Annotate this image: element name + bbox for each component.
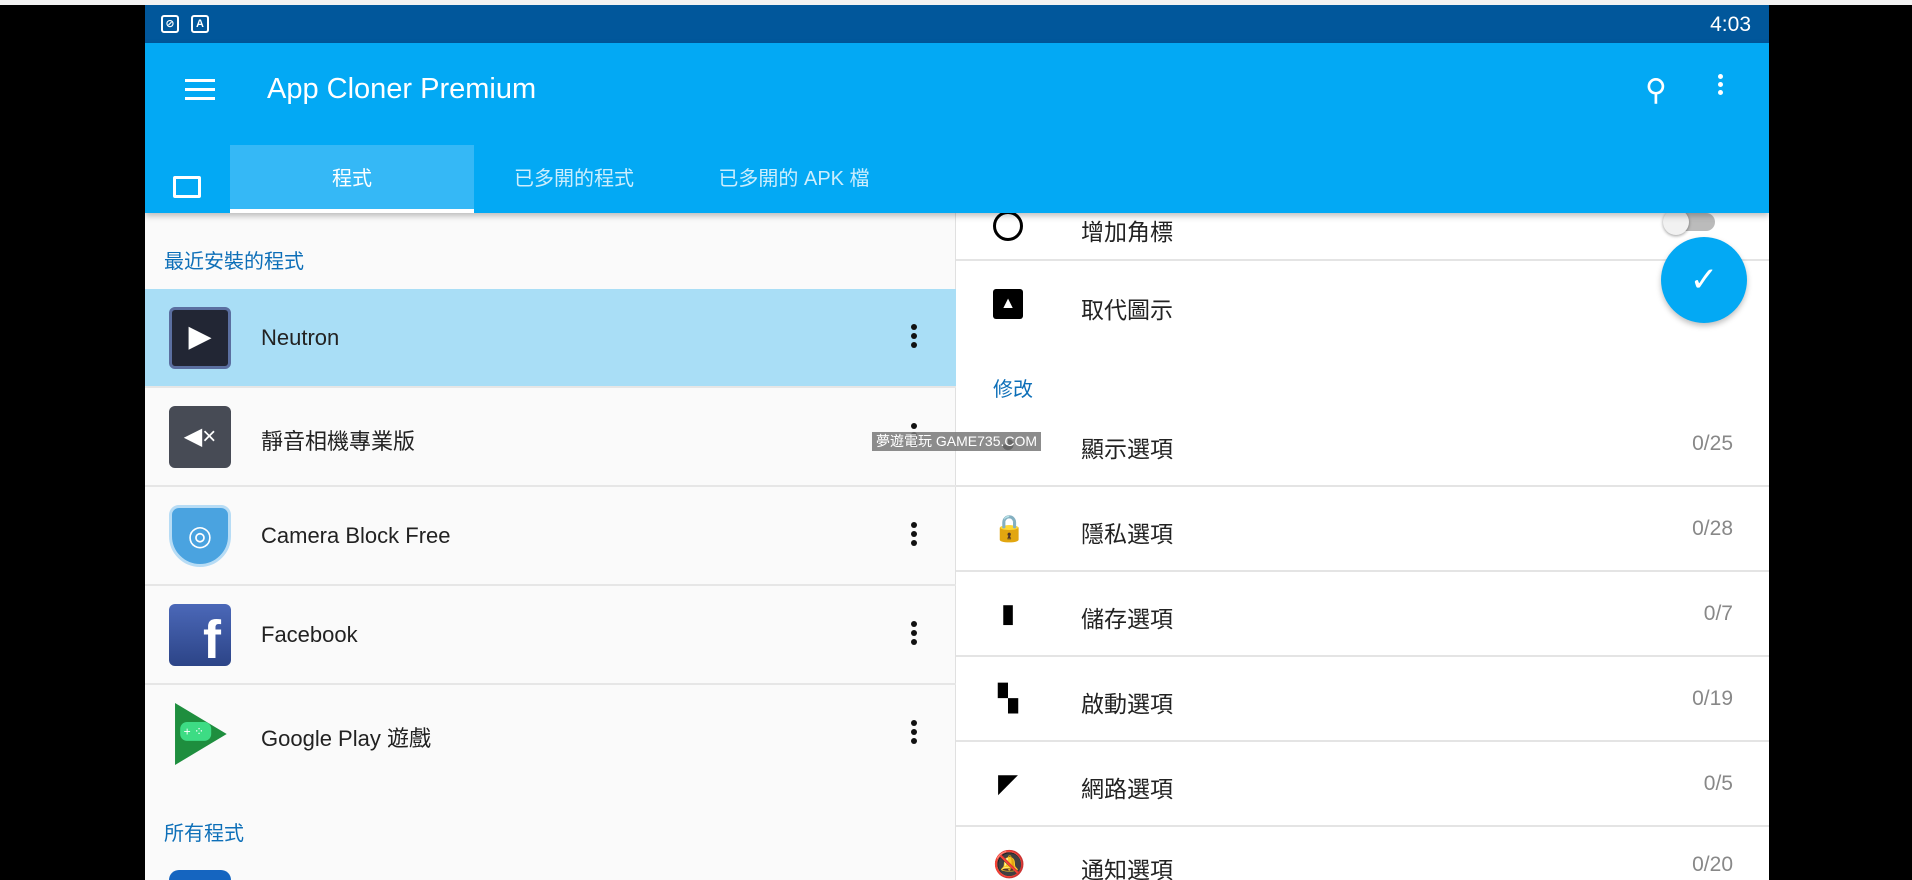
camera-block-app-icon: ◎ (169, 505, 231, 567)
app-name: Google Play 遊戲 (261, 726, 431, 751)
option-label: 通知選項 (1081, 857, 1173, 880)
list-item[interactable]: + ⁘ Google Play 遊戲 (145, 685, 956, 784)
app-name: Neutron (261, 325, 340, 350)
notifications-off-icon: 🔕 (993, 849, 1026, 879)
app-title: App Cloner Premium (267, 73, 537, 105)
option-row[interactable]: 🔕 通知選項 0/20 (956, 827, 1769, 880)
app-name: 靜音相機專業版 (261, 429, 416, 454)
app-name: Camera Block Free (261, 523, 451, 548)
option-row[interactable]: ▮ 儲存選項 0/7 (956, 572, 1769, 657)
replace-icon-row[interactable]: ▲ 取代圖示 (956, 261, 1769, 351)
more-vert-icon[interactable] (1715, 71, 1725, 98)
more-vert-icon[interactable] (909, 519, 919, 549)
option-label: 顯示選項 (1081, 436, 1173, 462)
neutron-app-icon: ▶ (169, 307, 231, 369)
menu-icon[interactable] (185, 79, 215, 101)
clone-settings-panel: 增加角標 ▲ 取代圖示 修改 ◕顯示選項0/25🔒隱私選項0/28▮儲存選項0/… (956, 209, 1769, 880)
app-bar: App Cloner Premium ⚲ 程式 已多開的程式 已多開的 APK … (145, 43, 1769, 213)
circle-icon (993, 211, 1023, 241)
replace-icon-label: 取代圖示 (1081, 297, 1173, 323)
option-count: 0/25 (1692, 432, 1733, 455)
svg-text:+ ⁘: + ⁘ (184, 725, 204, 739)
more-vert-icon[interactable] (909, 717, 919, 747)
camera-off-icon: ⊘ (161, 15, 179, 33)
app-name: Facebook (261, 622, 358, 647)
clock: 4:03 (1710, 13, 1751, 36)
facebook-app-icon: f (169, 604, 231, 666)
search-icon[interactable]: ⚲ (1645, 73, 1667, 108)
lock-icon: 🔒 (993, 513, 1026, 543)
badge-label: 增加角標 (1081, 219, 1173, 245)
widgets-icon: ▚ (998, 683, 1018, 713)
option-row[interactable]: ▚ 啟動選項 0/19 (956, 657, 1769, 742)
option-count: 0/19 (1692, 687, 1733, 710)
watermark: 夢遊電玩 GAME735.COM (872, 432, 1042, 451)
folder-icon[interactable] (173, 176, 201, 198)
more-vert-icon[interactable] (909, 321, 919, 351)
wifi-lock-icon: ◤ (998, 768, 1018, 798)
option-count: 0/5 (1703, 772, 1733, 795)
recent-header: 最近安裝的程式 (164, 251, 304, 273)
option-label: 儲存選項 (1081, 606, 1173, 632)
option-label: 隱私選項 (1081, 521, 1173, 547)
tab-apps[interactable]: 程式 (230, 145, 474, 213)
option-row[interactable]: ◕顯示選項0/25 (956, 402, 1769, 487)
list-item[interactable]: ◎ Camera Block Free (145, 487, 956, 586)
status-bar: ⊘ A 4:03 (145, 5, 1769, 43)
option-count: 0/28 (1692, 517, 1733, 540)
option-count: 0/20 (1692, 853, 1733, 876)
image-icon: ▲ (993, 289, 1023, 319)
sd-card-icon: ▮ (1000, 598, 1016, 628)
list-item[interactable]: f Facebook (145, 586, 956, 685)
option-label: 網路選項 (1081, 776, 1173, 802)
list-item[interactable]: ◀× 靜音相機專業版 (145, 388, 956, 487)
option-row[interactable]: ◤ 網路選項 0/5 (956, 742, 1769, 827)
modify-header: 修改 (993, 379, 1033, 401)
app-list: 最近安裝的程式 ▶ Neutron ◀× 靜音相機專業版 ◎ Camera Bl… (145, 213, 956, 880)
all-apps-header: 所有程式 (164, 823, 244, 845)
badge-toggle[interactable] (1663, 209, 1715, 235)
confirm-fab[interactable]: ✓ (1661, 237, 1747, 323)
option-row[interactable]: 🔒 隱私選項 0/28 (956, 487, 1769, 572)
more-vert-icon[interactable] (909, 618, 919, 648)
tab-cloned-apks[interactable]: 已多開的 APK 檔 (674, 145, 914, 213)
play-games-app-icon: + ⁘ (169, 703, 231, 765)
list-item[interactable]: ▶ Neutron (145, 289, 956, 388)
tab-cloned-apps[interactable]: 已多開的程式 (474, 145, 674, 213)
app-icon (169, 870, 231, 880)
option-label: 啟動選項 (1081, 691, 1173, 717)
option-count: 0/7 (1703, 602, 1733, 625)
a-icon: A (191, 15, 209, 33)
silent-camera-app-icon: ◀× (169, 406, 231, 468)
